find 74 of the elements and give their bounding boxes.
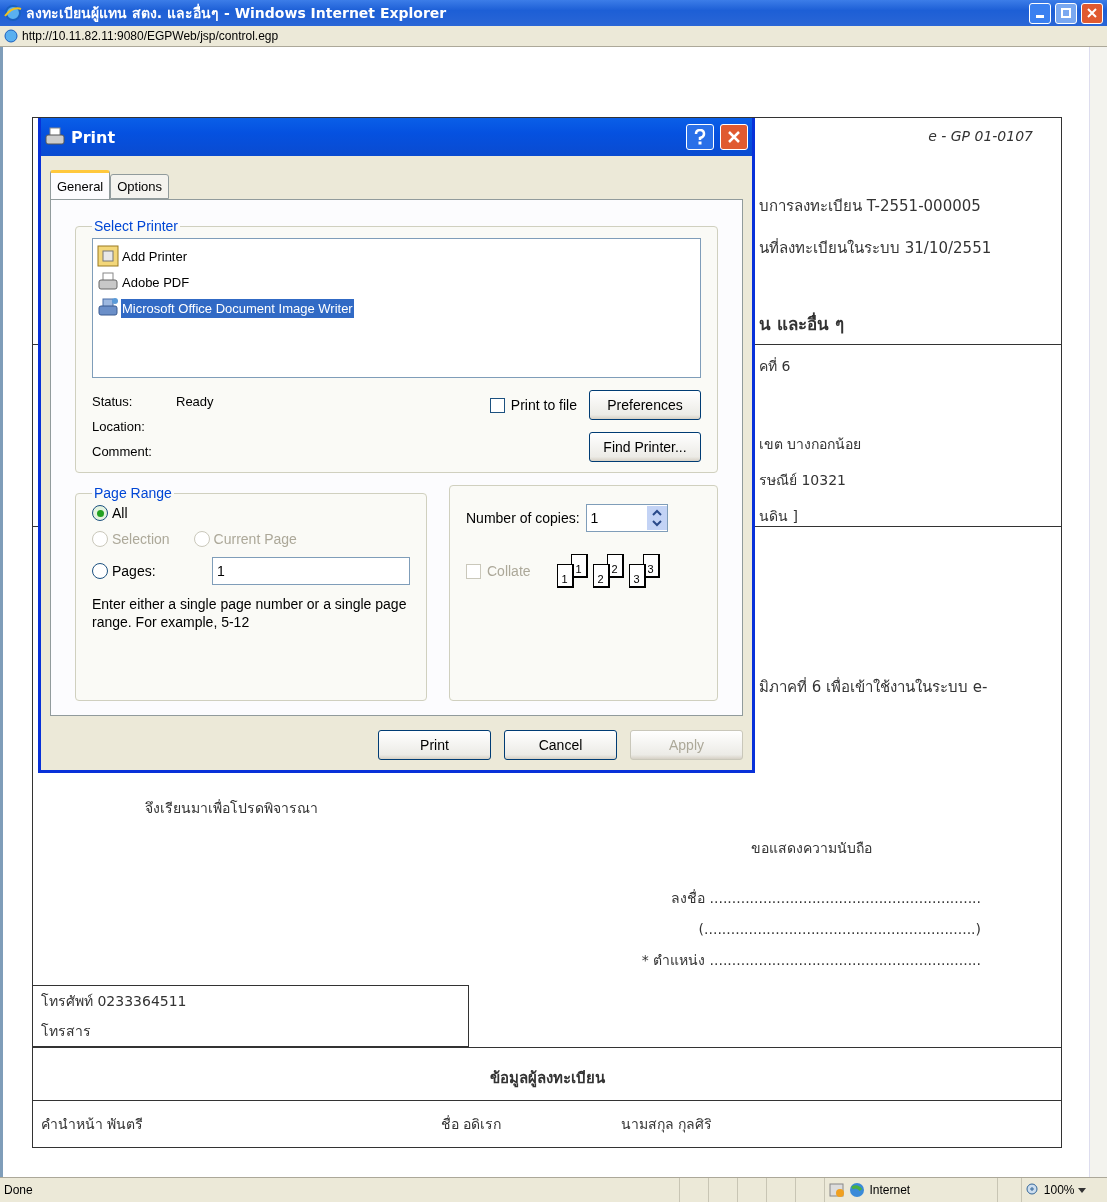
location-label: Location: bbox=[92, 419, 146, 434]
printer-icon bbox=[97, 297, 119, 319]
printer-item[interactable]: Add Printer bbox=[121, 246, 189, 266]
maximize-button[interactable] bbox=[1055, 2, 1077, 24]
form-code: e - GP 01-0107 bbox=[927, 128, 1034, 144]
registrant-field: ชื่อ อดิเรก bbox=[441, 1113, 621, 1135]
address-line: รษณีย์ 10321 bbox=[759, 471, 847, 490]
printer-icon bbox=[45, 127, 65, 147]
browser-logo-icon bbox=[4, 4, 22, 22]
add-printer-icon bbox=[97, 245, 119, 267]
print-to-file-checkbox[interactable]: Print to file bbox=[489, 397, 577, 413]
printer-item[interactable]: Adobe PDF bbox=[121, 272, 191, 292]
printer-item[interactable]: Microsoft Office Document Image Writer bbox=[121, 298, 354, 318]
caret-icon[interactable] bbox=[1078, 1187, 1087, 1193]
dialog-tab[interactable]: Options bbox=[110, 174, 170, 199]
collate-drawing: 1 1 2 2 3 3 bbox=[556, 554, 661, 588]
close-button[interactable] bbox=[1081, 2, 1103, 24]
dialog-button[interactable]: Print bbox=[378, 730, 491, 760]
close-icon bbox=[727, 130, 741, 144]
name-line: (.............................................................) bbox=[697, 921, 982, 937]
regards-text: ขอแสดงความนับถือ bbox=[750, 839, 873, 858]
group-title: Select Printer bbox=[93, 218, 180, 234]
close-icon bbox=[1087, 8, 1097, 18]
warning-icon bbox=[829, 1182, 846, 1198]
section-title: ข้อมูลผู้ลงทะเบียน bbox=[488, 1068, 606, 1090]
copies-label: Number of copies: bbox=[466, 510, 580, 526]
contact-text: โทรสาร bbox=[41, 1022, 92, 1041]
contact-text: โทรศัพท์ 0233364511 bbox=[41, 992, 188, 1011]
address-line: เขต บางกอกน้อย bbox=[759, 435, 863, 454]
comment-label: Comment: bbox=[92, 444, 153, 459]
url-text: http://10.11.82.11:9080/EGPWeb/jsp/control.egp bbox=[22, 29, 279, 43]
minimize-button[interactable] bbox=[1029, 2, 1051, 24]
printer-icon bbox=[97, 271, 119, 293]
registrant-field: คำนำหน้า พันตรี bbox=[41, 1113, 441, 1135]
document-heading: น และอื่น ๆ bbox=[759, 311, 845, 336]
closing-text: จึงเรียนมาเพื่อโปรดพิจารณา bbox=[144, 798, 319, 818]
status-value: Ready bbox=[176, 394, 215, 409]
find-printer-button[interactable]: Find Printer... bbox=[589, 432, 701, 462]
maximize-icon bbox=[1061, 8, 1071, 18]
page-icon bbox=[4, 29, 18, 43]
address-line: คที่ 6 bbox=[759, 356, 792, 376]
hint-text: Enter either a single page number or a single page range. For example, 5-12 bbox=[92, 595, 408, 632]
preferences-button[interactable]: Preferences bbox=[589, 390, 701, 420]
status-label: Status: bbox=[92, 394, 134, 409]
window-title: ลงทะเบียนผู้แทน สตง. และอื่นๆ - Windows Internet Explorer bbox=[26, 2, 448, 24]
radio-button[interactable] bbox=[92, 563, 108, 579]
close-button[interactable] bbox=[720, 124, 748, 150]
radio-option[interactable]: Pages: bbox=[92, 563, 212, 579]
address-bar[interactable]: http://10.11.82.11:9080/EGPWeb/jsp/control.egp bbox=[0, 26, 1107, 47]
signature-line: ลงชื่อ ............................................................. bbox=[670, 888, 982, 908]
registrant-field: นามสกุล กุลศิริ bbox=[621, 1113, 1053, 1135]
dialog-button[interactable]: Cancel bbox=[504, 730, 617, 760]
position-line: * ตำแหน่ง ............................................................. bbox=[640, 951, 982, 970]
dialog-title: Print bbox=[71, 127, 117, 147]
group-title: Page Range bbox=[93, 485, 173, 501]
spin-arrows-icon[interactable] bbox=[646, 506, 667, 530]
globe-icon bbox=[849, 1182, 866, 1198]
body-text: มิภาคที่ 6 เพื่อเข้าใช้งานในระบบ e- bbox=[759, 676, 989, 698]
minimize-icon bbox=[1036, 15, 1044, 18]
help-button[interactable] bbox=[686, 124, 714, 150]
registration-date: นที่ลงทะเบียนในระบบ 31/10/2551 bbox=[759, 237, 993, 259]
copies-spinner[interactable]: 1 bbox=[585, 504, 668, 532]
zoom-icon bbox=[1025, 1183, 1040, 1197]
address-line: นดิน ] bbox=[759, 507, 799, 526]
registration-number: บการลงทะเบียน T-2551-000005 bbox=[759, 196, 982, 217]
dialog-tab[interactable]: General bbox=[50, 170, 111, 199]
pages-field[interactable]: 1 bbox=[212, 557, 410, 585]
radio-button[interactable] bbox=[92, 505, 108, 521]
printer-list[interactable]: Add Printer Adobe PDF Microsoft Office Document Image Writer bbox=[92, 238, 701, 378]
zone-text: Internet bbox=[869, 1183, 911, 1197]
zoom-level[interactable]: 100% bbox=[1043, 1183, 1075, 1197]
radio-option[interactable]: All bbox=[92, 505, 410, 521]
status-text: Done bbox=[4, 1183, 33, 1197]
help-icon bbox=[693, 129, 707, 145]
